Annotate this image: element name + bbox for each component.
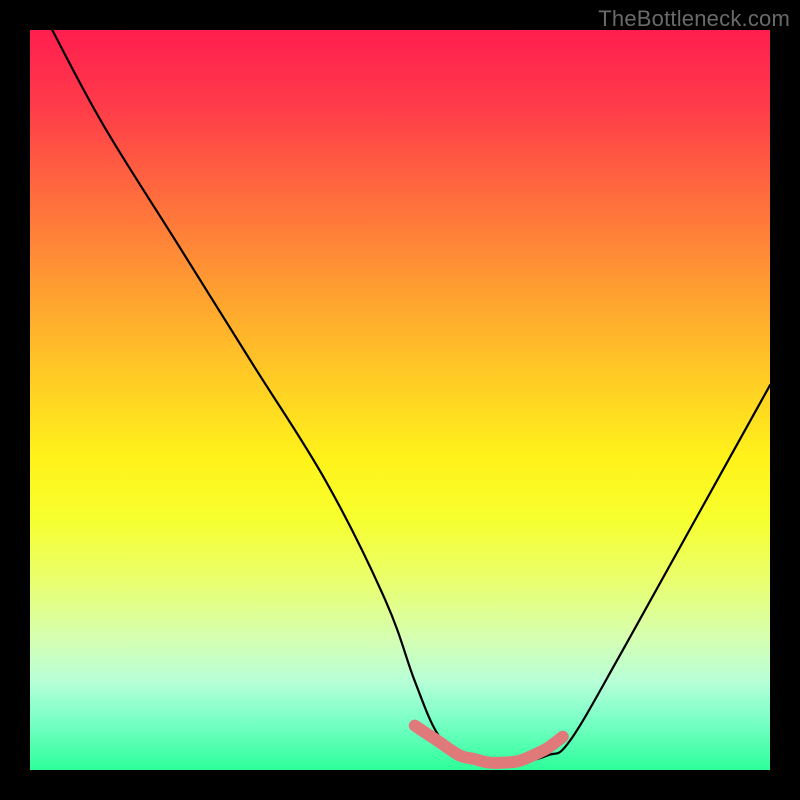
plot-area [30, 30, 770, 770]
chart-svg [30, 30, 770, 770]
main-curve [52, 30, 770, 764]
chart-frame: TheBottleneck.com [0, 0, 800, 800]
watermark-text: TheBottleneck.com [598, 6, 790, 32]
